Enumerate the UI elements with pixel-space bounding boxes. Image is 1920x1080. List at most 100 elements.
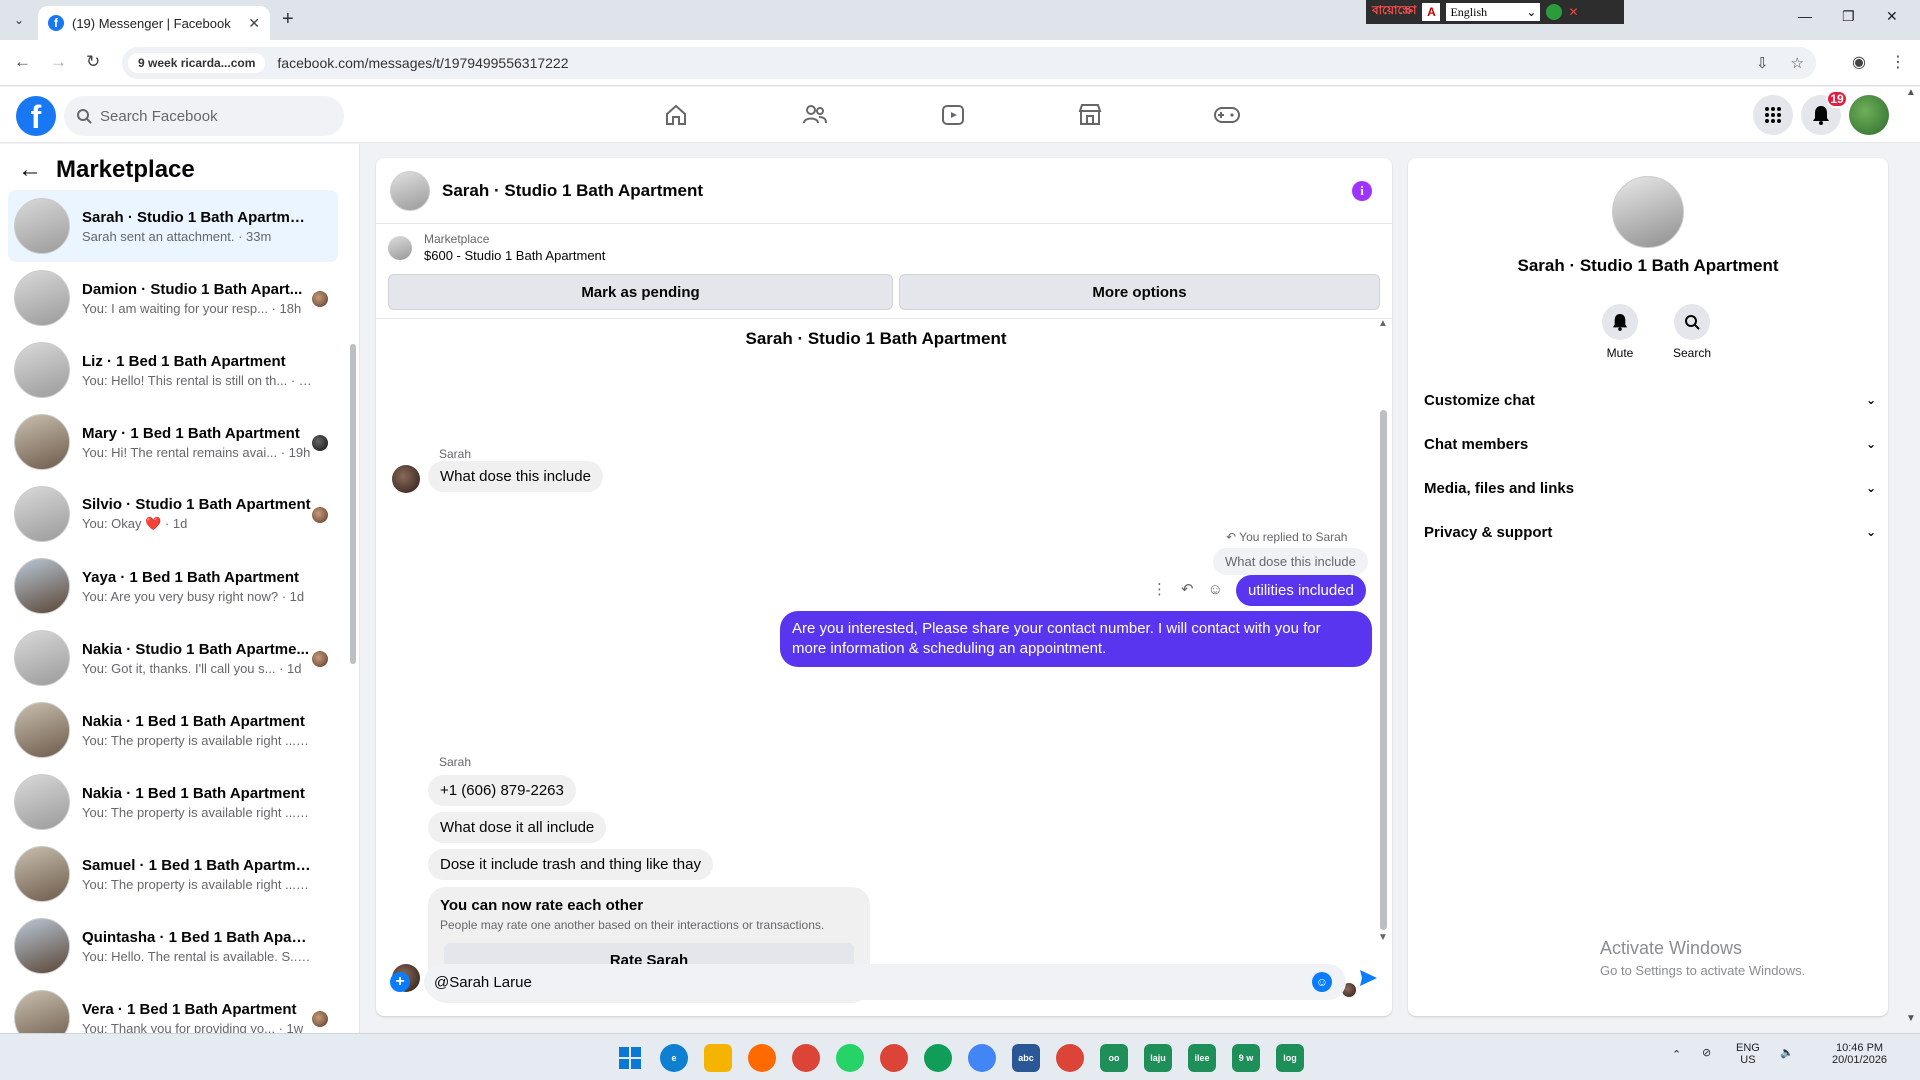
privacy-support-row[interactable]: Privacy & support ⌄ — [1424, 512, 1876, 552]
more-options-button[interactable]: More options — [899, 274, 1380, 310]
conversation-item[interactable]: Nakia · 1 Bed 1 Bath Apartment You: The p… — [8, 694, 338, 766]
chrome-profile-icon[interactable] — [924, 1044, 952, 1072]
page-scrollbar[interactable]: ▲ ▼ — [1902, 87, 1920, 1033]
message-input-wrapper[interactable]: ☺ — [424, 964, 1346, 1000]
url-text[interactable]: facebook.com/messages/t/1979499556317222 — [277, 55, 568, 71]
close-toolbar-icon[interactable]: ✕ — [1568, 5, 1578, 19]
browser-tab[interactable]: f (19) Messenger | Facebook ✕ — [38, 6, 270, 40]
emoji-icon[interactable]: ☺ — [1312, 972, 1332, 992]
facebook-search-input[interactable]: Search Facebook — [64, 96, 344, 136]
message-bubble[interactable]: +1 (606) 879-2263 — [428, 775, 576, 806]
conversation-item[interactable]: Nakia · Studio 1 Bath Apartme... You: Got… — [8, 622, 338, 694]
bookmark-star-icon[interactable]: ☆ — [1791, 54, 1804, 72]
chat-members-row[interactable]: Chat members ⌄ — [1424, 424, 1876, 464]
edge-icon[interactable]: e — [660, 1044, 688, 1072]
search-button[interactable]: Search — [1662, 304, 1722, 360]
menu-grid-icon[interactable] — [1753, 95, 1793, 135]
conversation-item[interactable]: Vera · 1 Bed 1 Bath Apartment You: Thank … — [8, 982, 338, 1033]
react-emoji-icon[interactable]: ☺ — [1208, 581, 1223, 598]
new-tab-button[interactable]: + — [282, 8, 294, 31]
volume-icon[interactable]: 🔈 — [1780, 1046, 1794, 1059]
chat-scrollbar[interactable]: ▲ ▼ — [1376, 318, 1390, 948]
conversation-item[interactable]: Sarah · Studio 1 Bath Apartment Sarah sen… — [8, 190, 338, 262]
scroll-up-icon[interactable]: ▲ — [1378, 318, 1388, 329]
mute-button[interactable]: Mute — [1590, 304, 1650, 360]
omnibox[interactable]: 9 week ricarda...com facebook.com/messag… — [122, 47, 1816, 79]
friends-icon[interactable] — [795, 99, 835, 131]
app-icon[interactable]: abc — [1012, 1044, 1040, 1072]
message-bubble[interactable]: What dose this include — [428, 461, 603, 492]
start-menu-icon[interactable] — [616, 1044, 644, 1072]
app-icon[interactable]: laju — [1144, 1044, 1172, 1072]
conversation-item[interactable]: Liz · 1 Bed 1 Bath Apartment You: Hello! … — [8, 334, 338, 406]
conversation-item[interactable]: Samuel · 1 Bed 1 Bath Apartment You: The … — [8, 838, 338, 910]
conversation-item[interactable]: Damion · Studio 1 Bath Apart... You: I am… — [8, 262, 338, 334]
video-icon[interactable] — [933, 99, 973, 131]
chrome-profile-icon[interactable] — [1056, 1044, 1084, 1072]
green-status-icon[interactable] — [1546, 4, 1563, 20]
chrome-profile-icon[interactable] — [968, 1044, 996, 1072]
conversation-item[interactable]: Yaya · 1 Bed 1 Bath Apartment You: Are yo… — [8, 550, 338, 622]
info-icon[interactable]: i — [1352, 181, 1372, 201]
back-arrow-icon[interactable]: ← — [18, 156, 42, 184]
clock[interactable]: 10:46 PM 20/01/2026 — [1832, 1042, 1887, 1066]
scroll-down-icon[interactable]: ▼ — [1378, 932, 1388, 943]
site-info-chip[interactable]: 9 week ricarda...com — [128, 53, 266, 73]
conversation-scrollbar[interactable] — [348, 144, 358, 1033]
chat-avatar[interactable] — [390, 170, 430, 211]
conversation-item[interactable]: Mary · 1 Bed 1 Bath Apartment You: Hi! Th… — [8, 406, 338, 478]
chrome-icon[interactable] — [792, 1044, 820, 1072]
whatsapp-icon[interactable] — [836, 1044, 864, 1072]
gaming-icon[interactable] — [1207, 99, 1247, 131]
app-icon[interactable]: ilee — [1188, 1044, 1216, 1072]
add-attachment-icon[interactable]: + — [390, 972, 410, 992]
scroll-up-icon[interactable]: ▲ — [1906, 87, 1916, 98]
back-icon[interactable]: ← — [14, 52, 31, 72]
customize-chat-row[interactable]: Customize chat ⌄ — [1424, 380, 1876, 420]
bengali-keyboard-label[interactable]: বায়োস্ক্রো — [1372, 2, 1416, 22]
conversation-item[interactable]: Silvio · Studio 1 Bath Apartment You: Oka… — [8, 478, 338, 550]
install-app-icon[interactable]: ⇩ — [1756, 54, 1769, 72]
sarah-avatar[interactable] — [392, 465, 420, 493]
send-icon[interactable] — [1358, 968, 1378, 993]
firefox-icon[interactable] — [748, 1044, 776, 1072]
quoted-message[interactable]: What dose this include — [1213, 548, 1368, 575]
reply-icon[interactable]: ↶ — [1181, 580, 1194, 598]
reload-icon[interactable]: ↻ — [86, 52, 100, 72]
mark-as-pending-button[interactable]: Mark as pending — [388, 274, 893, 310]
message-bubble[interactable]: Dose it include trash and thing like tha… — [428, 849, 713, 880]
chat-title[interactable]: Sarah · Studio 1 Bath Apartment — [442, 181, 703, 201]
pdf-icon[interactable]: A — [1422, 3, 1441, 21]
my-message-bubble[interactable]: Are you interested, Please share your co… — [780, 611, 1372, 667]
more-actions-icon[interactable]: ⋮ — [1152, 580, 1167, 598]
restore-window-icon[interactable]: ❐ — [1842, 8, 1855, 25]
app-icon[interactable]: oo — [1100, 1044, 1128, 1072]
media-files-links-row[interactable]: Media, files and links ⌄ — [1424, 468, 1876, 508]
facebook-logo-icon[interactable]: f — [16, 96, 56, 136]
message-input[interactable] — [434, 973, 1294, 991]
marketplace-listing-info[interactable]: Marketplace $600 - Studio 1 Bath Apartme… — [388, 232, 605, 263]
conversation-item[interactable]: Quintasha · 1 Bed 1 Bath Apartm... You: H… — [8, 910, 338, 982]
tab-search-dropdown[interactable]: ⌄ — [6, 8, 32, 32]
file-explorer-icon[interactable] — [704, 1044, 732, 1072]
browser-menu-icon[interactable]: ⋮ — [1890, 52, 1906, 72]
message-bubble[interactable]: What dose it all include — [428, 812, 607, 843]
minimize-window-icon[interactable]: — — [1798, 8, 1812, 24]
network-icon[interactable]: ⊘ — [1702, 1046, 1711, 1059]
conversation-item[interactable]: Nakia · 1 Bed 1 Bath Apartment You: The p… — [8, 766, 338, 838]
profile-icon[interactable]: ◉ — [1852, 52, 1866, 72]
forward-icon[interactable]: → — [50, 52, 67, 72]
scroll-down-icon[interactable]: ▼ — [1906, 1013, 1916, 1024]
app-icon[interactable]: 9 w — [1232, 1044, 1260, 1072]
language-indicator[interactable]: ENG US — [1736, 1042, 1760, 1066]
home-icon[interactable] — [656, 99, 696, 131]
tray-chevron-icon[interactable]: ⌃ — [1672, 1048, 1681, 1061]
app-icon[interactable]: log — [1276, 1044, 1304, 1072]
chrome-profile-icon[interactable] — [880, 1044, 908, 1072]
language-select[interactable]: English ⌄ — [1446, 3, 1541, 21]
my-message-bubble[interactable]: utilities included — [1236, 575, 1366, 606]
account-avatar[interactable] — [1849, 95, 1889, 135]
marketplace-icon[interactable] — [1070, 99, 1110, 131]
close-tab-icon[interactable]: ✕ — [248, 15, 260, 32]
contact-avatar[interactable] — [1612, 176, 1684, 248]
